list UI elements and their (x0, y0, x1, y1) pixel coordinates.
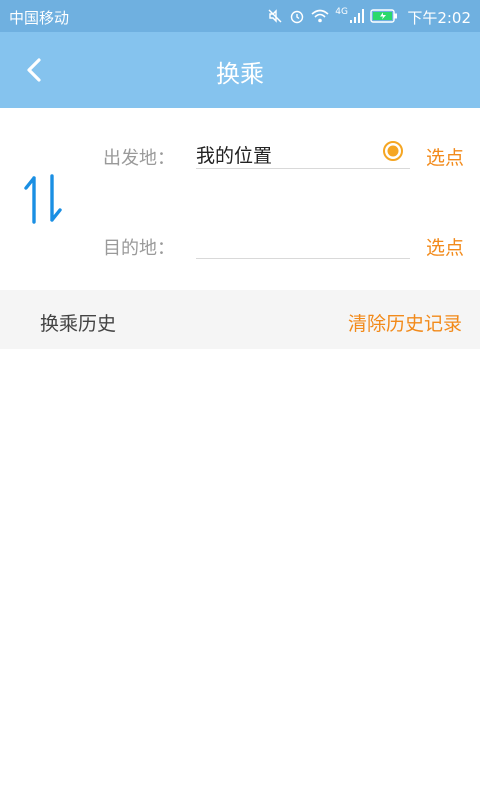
destination-pick-point-button[interactable]: 选点 (426, 233, 464, 260)
clear-history-button[interactable]: 清除历史记录 (348, 309, 462, 336)
origin-value: 我的位置 (196, 145, 273, 167)
status-bar: 中国移动 4G 下午2:02 (0, 0, 480, 32)
swap-arrows-icon (24, 174, 62, 224)
alarm-icon (291, 10, 304, 24)
page-title: 换乘 (216, 60, 264, 88)
origin-pick-point-button[interactable]: 选点 (426, 143, 464, 170)
wifi-icon (311, 9, 329, 23)
destination-input[interactable] (196, 228, 410, 258)
signal-icon (350, 9, 364, 23)
status-icons: 4G (267, 6, 398, 26)
network-type-label: 4G (335, 7, 348, 17)
battery-charging-icon (370, 9, 397, 23)
swap-direction-button[interactable] (22, 172, 66, 226)
title-bar: 换乘 (0, 32, 480, 108)
destination-field[interactable] (196, 228, 410, 259)
origin-label: 出发地： (103, 148, 175, 169)
carrier-label: 中国移动 (9, 9, 70, 27)
clock-label: 下午2:02 (407, 9, 471, 27)
my-location-icon[interactable] (382, 140, 404, 162)
mute-icon (268, 9, 282, 23)
origin-field[interactable]: 我的位置 (196, 138, 410, 169)
history-header: 换乘历史 清除历史记录 (0, 290, 480, 349)
destination-label: 目的地： (103, 238, 175, 259)
history-title: 换乘历史 (40, 313, 117, 335)
